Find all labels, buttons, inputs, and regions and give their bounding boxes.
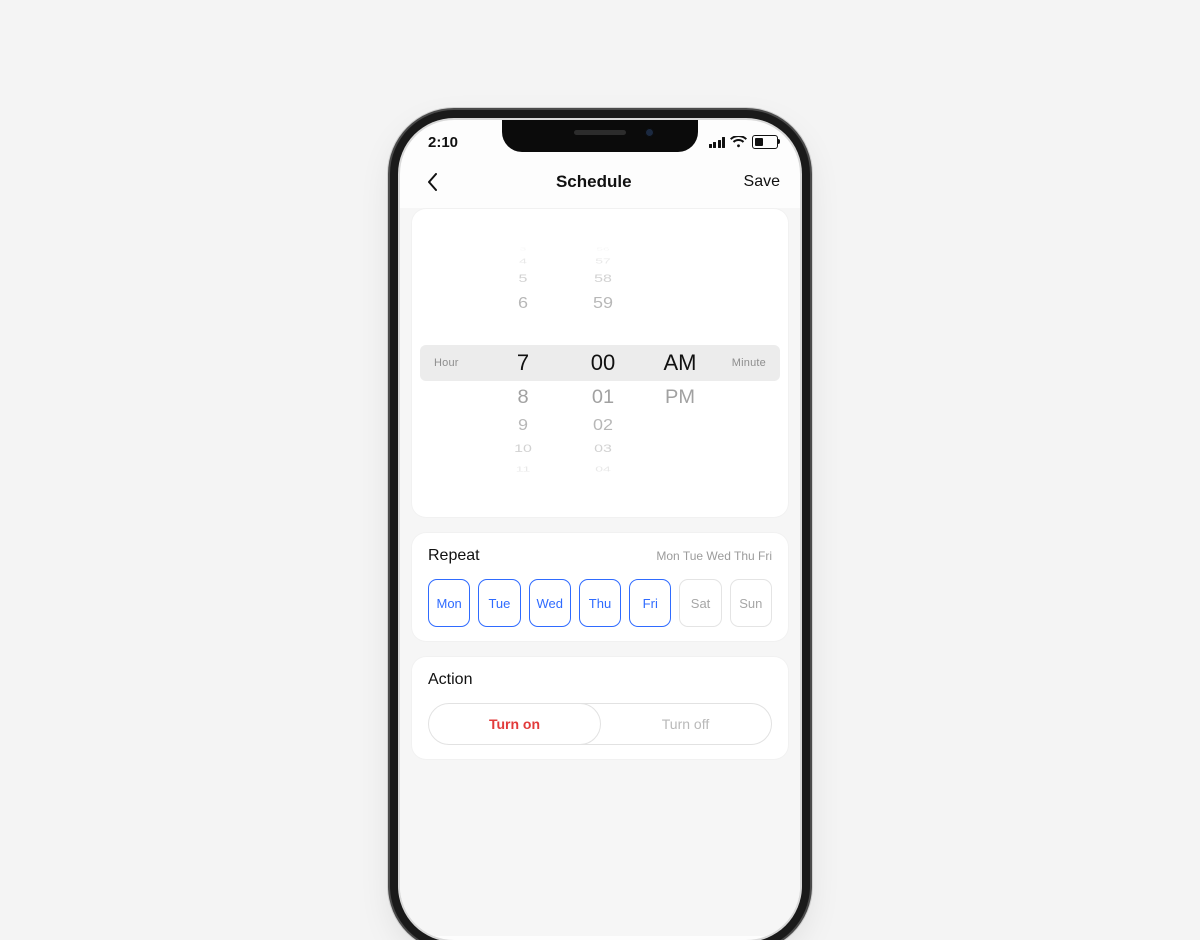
hour-option[interactable]: 5 [493, 268, 553, 290]
day-thu[interactable]: Thu [579, 579, 621, 627]
action-turn-off[interactable]: Turn off [600, 704, 771, 744]
weekday-selector: Mon Tue Wed Thu Fri Sat Sun [428, 579, 772, 627]
nav-bar: Schedule Save [400, 164, 800, 208]
device-notch [502, 120, 698, 152]
signal-icon [709, 137, 726, 148]
wifi-icon [730, 136, 747, 148]
status-time: 2:10 [428, 134, 458, 151]
minute-option[interactable]: 02 [573, 411, 633, 438]
action-turn-on[interactable]: Turn on [428, 703, 601, 745]
day-sat[interactable]: Sat [679, 579, 721, 627]
day-wed[interactable]: Wed [529, 579, 571, 627]
minute-selected[interactable]: 00 [573, 347, 633, 379]
time-picker[interactable]: Hour Minute 3 4 5 6 7 8 9 10 11 [420, 233, 780, 493]
action-card: Action Turn on Turn off [412, 657, 788, 759]
action-segment: Turn on Turn off [428, 703, 772, 745]
minute-option[interactable]: 58 [573, 268, 633, 290]
day-mon[interactable]: Mon [428, 579, 470, 627]
ampm-wheel[interactable]: AM PM [653, 233, 707, 493]
minute-wheel[interactable]: 56 57 58 59 00 01 02 03 04 [573, 233, 633, 493]
hour-option[interactable]: 9 [493, 411, 553, 438]
ampm-option[interactable]: PM [653, 382, 707, 413]
action-label: Action [428, 671, 772, 689]
hour-selected[interactable]: 7 [493, 347, 553, 379]
hour-option[interactable]: 6 [493, 289, 553, 316]
day-tue[interactable]: Tue [478, 579, 520, 627]
repeat-label: Repeat [428, 547, 480, 565]
back-button[interactable] [420, 170, 444, 194]
phone-frame: 2:10 Schedule Save [400, 120, 800, 940]
battery-icon [752, 135, 778, 149]
hour-option[interactable]: 8 [493, 382, 553, 413]
hour-option[interactable]: 11 [493, 461, 553, 478]
minute-option[interactable]: 04 [573, 461, 633, 478]
time-picker-card: Hour Minute 3 4 5 6 7 8 9 10 11 [412, 209, 788, 517]
day-fri[interactable]: Fri [629, 579, 671, 627]
hour-option[interactable]: 10 [493, 438, 553, 460]
minute-option[interactable]: 59 [573, 289, 633, 316]
day-sun[interactable]: Sun [730, 579, 772, 627]
repeat-summary: Mon Tue Wed Thu Fri [656, 549, 772, 563]
save-button[interactable]: Save [744, 173, 780, 191]
minute-option[interactable]: 01 [573, 382, 633, 413]
hour-wheel[interactable]: 3 4 5 6 7 8 9 10 11 [493, 233, 553, 493]
repeat-card: Repeat Mon Tue Wed Thu Fri Mon Tue Wed T… [412, 533, 788, 641]
minute-option[interactable]: 03 [573, 438, 633, 460]
page-title: Schedule [556, 172, 632, 192]
ampm-selected[interactable]: AM [653, 347, 707, 379]
